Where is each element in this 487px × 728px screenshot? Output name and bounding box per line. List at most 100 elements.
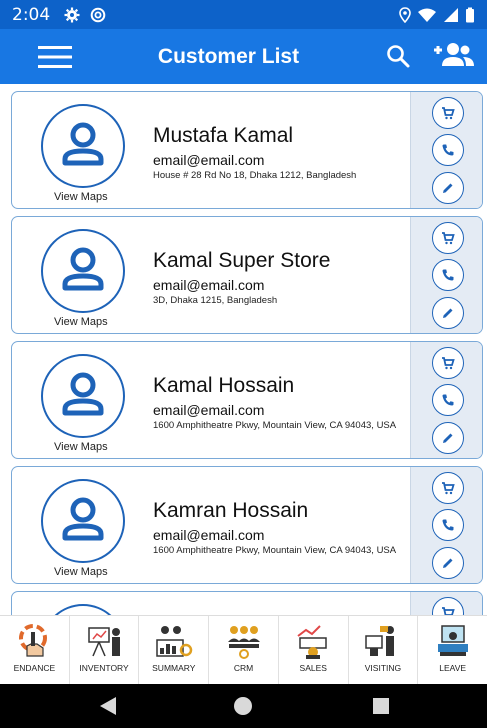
customer-address: 1600 Amphitheatre Pkwy, Mountain View, C… bbox=[153, 545, 397, 556]
cart-icon bbox=[442, 607, 455, 615]
customer-email: email@email.com bbox=[153, 277, 265, 293]
customer-card-partial[interactable] bbox=[11, 591, 483, 615]
nav-leave[interactable]: LEAVE bbox=[418, 616, 487, 684]
add-customer-icon[interactable] bbox=[433, 41, 475, 71]
customer-email: email@email.com bbox=[153, 527, 265, 543]
visiting-icon bbox=[365, 626, 394, 656]
customer-avatar[interactable] bbox=[41, 479, 125, 563]
edit-icon bbox=[443, 558, 453, 568]
sales-icon bbox=[297, 625, 327, 659]
signal-icon bbox=[444, 7, 458, 22]
cart-icon bbox=[442, 232, 455, 245]
cart-icon bbox=[442, 357, 455, 370]
customer-avatar[interactable] bbox=[41, 604, 125, 615]
person-icon bbox=[62, 372, 104, 416]
card-actions-panel bbox=[410, 592, 482, 615]
nav-summary[interactable]: SUMMARY bbox=[139, 616, 210, 684]
order-button[interactable] bbox=[432, 597, 464, 615]
phone-icon bbox=[442, 269, 454, 281]
back-icon[interactable] bbox=[98, 696, 118, 716]
nav-inventory[interactable]: INVENTORY bbox=[70, 616, 140, 684]
app-screen: 2:04 Customer List View Maps Mustafa Kam… bbox=[0, 0, 487, 728]
view-maps-link[interactable]: View Maps bbox=[54, 441, 108, 453]
nav-label: SALES bbox=[299, 663, 327, 673]
card-actions-panel bbox=[410, 467, 482, 583]
customer-address: House # 28 Rd No 18, Dhaka 1212, Banglad… bbox=[153, 170, 357, 181]
person-icon bbox=[62, 497, 104, 541]
phone-icon bbox=[442, 144, 454, 156]
edit-button[interactable] bbox=[432, 172, 464, 204]
summary-icon bbox=[156, 626, 193, 657]
system-nav-bar bbox=[0, 684, 487, 728]
edit-button[interactable] bbox=[432, 297, 464, 329]
leave-icon bbox=[437, 625, 468, 656]
call-button[interactable] bbox=[432, 509, 464, 541]
edit-icon bbox=[443, 308, 453, 318]
order-button[interactable] bbox=[432, 472, 464, 504]
phone-icon bbox=[442, 394, 454, 406]
sync-circle-icon bbox=[90, 7, 106, 22]
recents-icon[interactable] bbox=[371, 696, 391, 716]
nav-sales[interactable]: SALES bbox=[279, 616, 349, 684]
inventory-icon bbox=[88, 627, 121, 657]
edit-button[interactable] bbox=[432, 547, 464, 579]
customer-name: Kamal Hossain bbox=[153, 374, 295, 397]
view-maps-link[interactable]: View Maps bbox=[54, 316, 108, 328]
edit-icon bbox=[443, 183, 453, 193]
view-maps-link[interactable]: View Maps bbox=[54, 191, 108, 203]
card-actions-panel bbox=[410, 217, 482, 333]
customer-card[interactable]: View Maps Kamran Hossain email@email.com… bbox=[11, 466, 483, 584]
crm-icon bbox=[227, 626, 260, 659]
nav-label: VISITING bbox=[364, 663, 402, 673]
customer-avatar[interactable] bbox=[41, 104, 125, 188]
home-icon[interactable] bbox=[233, 696, 253, 716]
customer-list[interactable]: View Maps Mustafa Kamal email@email.com … bbox=[0, 84, 487, 615]
nav-label: LEAVE bbox=[439, 663, 467, 673]
customer-name: Kamal Super Store bbox=[153, 249, 331, 272]
customer-avatar[interactable] bbox=[41, 229, 125, 313]
customer-email: email@email.com bbox=[153, 152, 265, 168]
cart-icon bbox=[442, 107, 455, 120]
phone-icon bbox=[442, 519, 454, 531]
customer-email: email@email.com bbox=[153, 402, 265, 418]
nav-label: SUMMARY bbox=[152, 663, 196, 673]
call-button[interactable] bbox=[432, 384, 464, 416]
order-button[interactable] bbox=[432, 347, 464, 379]
attendance-icon bbox=[19, 624, 48, 657]
location-icon bbox=[399, 6, 411, 23]
person-icon bbox=[62, 122, 104, 166]
nav-crm[interactable]: CRM bbox=[209, 616, 279, 684]
person-icon bbox=[62, 247, 104, 291]
wifi-icon bbox=[418, 8, 436, 22]
status-bar: 2:04 bbox=[0, 0, 487, 29]
edit-icon bbox=[443, 433, 453, 443]
customer-address: 3D, Dhaka 1215, Bangladesh bbox=[153, 295, 278, 306]
nav-visiting[interactable]: VISITING bbox=[349, 616, 419, 684]
card-actions-panel bbox=[410, 342, 482, 458]
nav-label: CRM bbox=[233, 663, 254, 673]
call-button[interactable] bbox=[432, 259, 464, 291]
customer-name: Mustafa Kamal bbox=[153, 124, 294, 147]
status-time: 2:04 bbox=[12, 4, 51, 25]
customer-card[interactable]: View Maps Kamal Hossain email@email.com … bbox=[11, 341, 483, 459]
nav-label: INVENTORY bbox=[79, 663, 129, 673]
card-actions-panel bbox=[410, 92, 482, 208]
order-button[interactable] bbox=[432, 222, 464, 254]
customer-address: 1600 Amphitheatre Pkwy, Mountain View, C… bbox=[153, 420, 397, 431]
customer-avatar[interactable] bbox=[41, 354, 125, 438]
bottom-nav: ENDANCE INVENTORY SUMMARY CRM SALES VISI… bbox=[0, 615, 487, 684]
page-title: Customer List bbox=[157, 45, 300, 68]
edit-button[interactable] bbox=[432, 422, 464, 454]
customer-name: Kamran Hossain bbox=[153, 499, 309, 522]
settings-gear-icon bbox=[64, 7, 80, 22]
nav-attendance[interactable]: ENDANCE bbox=[0, 616, 70, 684]
call-button[interactable] bbox=[432, 134, 464, 166]
search-icon[interactable] bbox=[385, 43, 411, 69]
nav-label: ENDANCE bbox=[13, 663, 56, 673]
cart-icon bbox=[442, 482, 455, 495]
customer-card[interactable]: View Maps Mustafa Kamal email@email.com … bbox=[11, 91, 483, 209]
order-button[interactable] bbox=[432, 97, 464, 129]
view-maps-link[interactable]: View Maps bbox=[54, 566, 108, 578]
battery-icon bbox=[466, 7, 474, 22]
customer-card[interactable]: View Maps Kamal Super Store email@email.… bbox=[11, 216, 483, 334]
